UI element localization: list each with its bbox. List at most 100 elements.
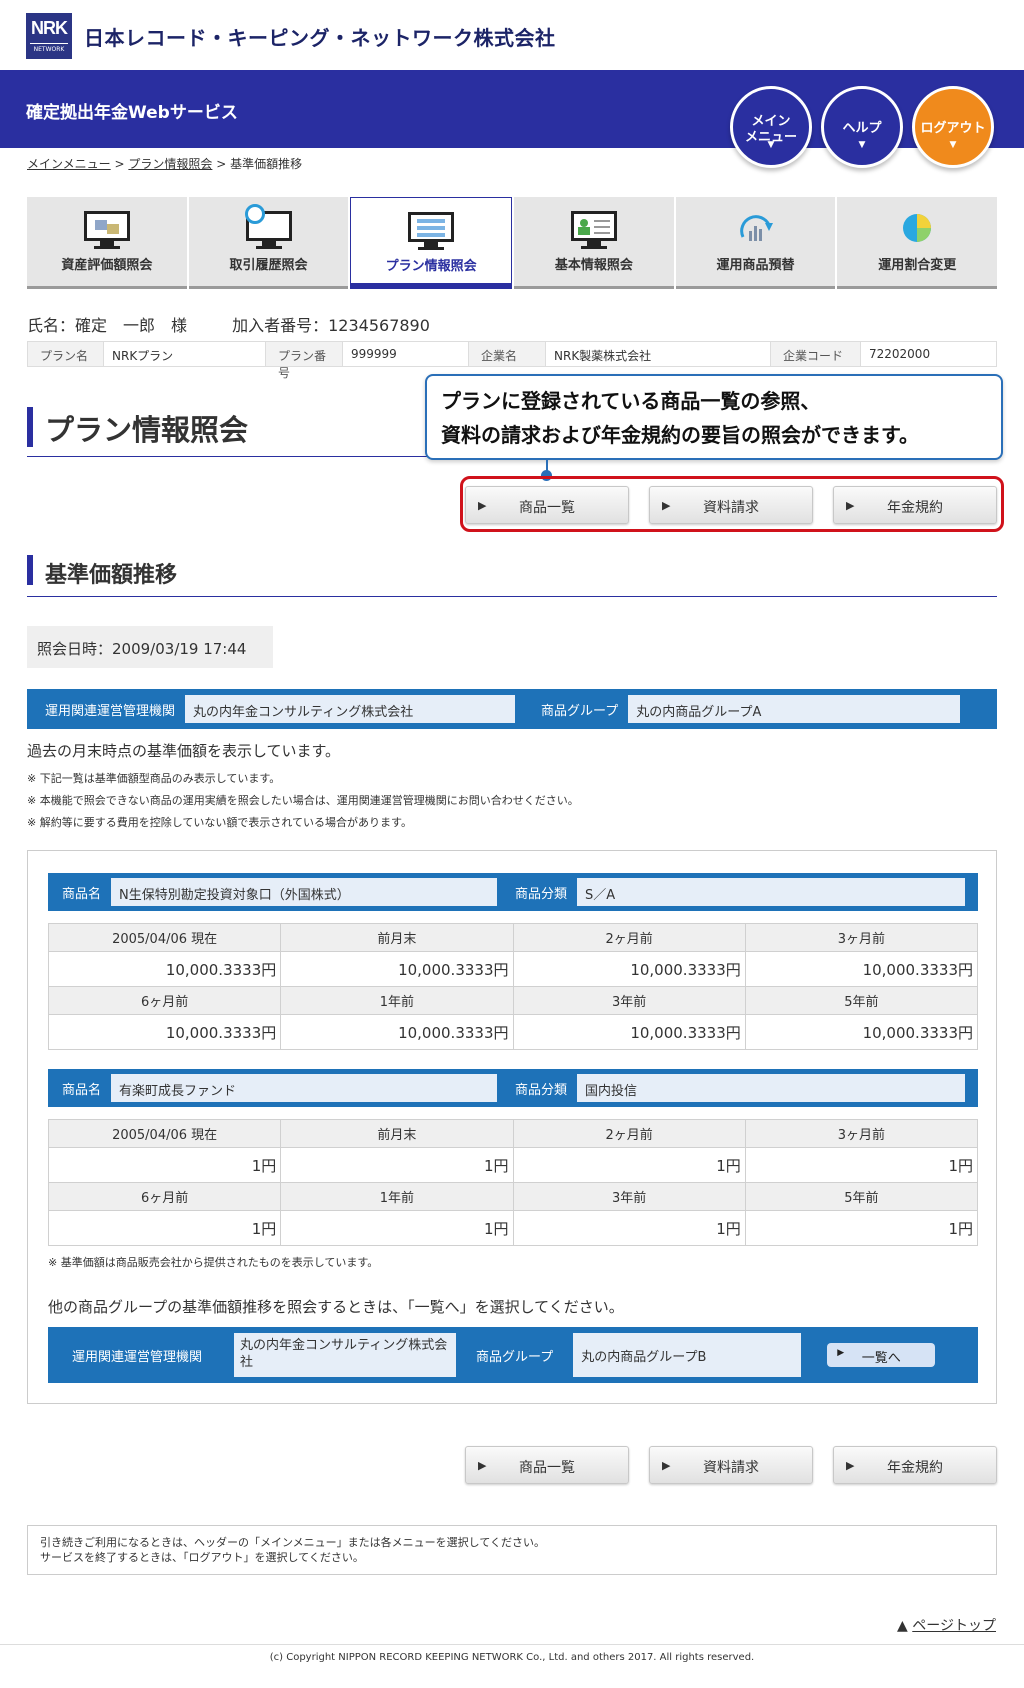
breadcrumb-current: 基準価額推移 — [230, 157, 303, 171]
price-period: 1年前 — [280, 986, 514, 1015]
product-name-label: 商品名 — [62, 1082, 102, 1098]
product-list-button[interactable]: ▶ 商品一覧 — [465, 1446, 629, 1484]
footnote-line: 引き続きご利用になるときは、ヘッダーの「メインメニュー」または各メニューを選択し… — [40, 1536, 546, 1549]
price-value: 1円 — [47, 1210, 282, 1246]
other-group-note: 他の商品グループの基準価額推移を照会するときは、「一覧へ」を選択してください。 — [48, 1298, 624, 1316]
product-name-label: 商品名 — [62, 886, 102, 902]
price-period: 2005/04/06 現在 — [47, 923, 282, 952]
button-label: 資料請求 — [703, 500, 759, 516]
other-group-bar: 運用関連運営管理機関 丸の内年金コンサルティング株式会社 商品グループ 丸の内商… — [48, 1327, 978, 1383]
logo-subtext: NETWORK — [33, 46, 65, 53]
price-period: 前月末 — [280, 1119, 514, 1148]
price-period: 6ヶ月前 — [47, 986, 282, 1015]
monitor-list-icon — [406, 212, 456, 250]
callout-line1: プランに登録されている商品一覧の参照、 — [441, 389, 821, 413]
pension-rules-button[interactable]: ▶ 年金規約 — [833, 1446, 997, 1484]
price-value: 10,000.3333円 — [280, 951, 514, 987]
button-label: 商品一覧 — [519, 1460, 575, 1476]
logout-button[interactable]: ログアウト ▼ — [912, 86, 994, 168]
help-label: ヘルプ — [842, 121, 882, 136]
plan-summary-table: プラン名 NRKプラン プラン番号 999999 企業名 NRK製薬株式会社 企… — [27, 341, 997, 380]
product-header: 商品名 有楽町成長ファンド 商品分類 国内投信 — [48, 1069, 978, 1107]
tab-product-switch[interactable]: 運用商品預替 — [675, 197, 836, 289]
description: 過去の月末時点の基準価額を表示しています。 — [27, 742, 341, 760]
price-table: 2005/04/06 現在 前月末 2ヶ月前 3ヶ月前 1円 1円 1円 1円 … — [47, 1119, 979, 1246]
price-value: 1円 — [47, 1147, 282, 1183]
logout-label: ログアウト — [920, 121, 986, 136]
tab-label: 基本情報照会 — [554, 258, 633, 273]
tab-asset-valuation[interactable]: 資産評価額照会 — [27, 197, 187, 289]
footer-divider — [0, 1644, 1024, 1645]
company-name: 日本レコード・キーピング・ネットワーク株式会社 — [84, 26, 556, 50]
page-title-text: プラン情報照会 — [45, 413, 249, 447]
go-to-list-button[interactable]: ▶ 一覧へ — [827, 1343, 936, 1367]
price-value: 10,000.3333円 — [512, 951, 746, 987]
main-menu-button[interactable]: メイン メニュー ▼ — [730, 86, 812, 168]
help-button[interactable]: ヘルプ ▼ — [821, 86, 903, 168]
annotation-callout: プランに登録されている商品一覧の参照、 資料の請求および年金規約の要旨の照会がで… — [425, 374, 1003, 460]
price-period: 5年前 — [744, 986, 979, 1015]
button-label: 年金規約 — [887, 1460, 943, 1476]
tab-basic-info[interactable]: 基本情報照会 — [514, 197, 674, 289]
logo-text: NRK — [30, 13, 68, 44]
bottom-action-buttons: ▶ 商品一覧 ▶ 資料請求 ▶ 年金規約 — [465, 1446, 997, 1484]
refresh-chart-icon — [731, 211, 781, 249]
breadcrumb: メインメニュー > プラン情報照会 > 基準価額推移 — [27, 155, 302, 172]
tab-transaction-history[interactable]: 取引履歴照会 — [188, 197, 349, 289]
button-label: 商品一覧 — [519, 500, 575, 516]
tab-plan-info[interactable]: プラン情報照会 — [350, 197, 513, 289]
tab-allocation-change[interactable]: 運用割合変更 — [837, 197, 998, 289]
price-period: 3年前 — [512, 986, 746, 1015]
service-title: 確定拠出年金Webサービス — [26, 103, 238, 123]
tab-label: 取引履歴照会 — [229, 258, 308, 273]
page-title: プラン情報照会 — [27, 405, 487, 457]
price-table: 2005/04/06 現在 前月末 2ヶ月前 3ヶ月前 10,000.3333円… — [47, 923, 979, 1050]
nrk-logo[interactable]: NRK NETWORK — [26, 13, 72, 59]
price-value: 1円 — [280, 1147, 514, 1183]
triangle-up-icon: ▲ — [897, 1618, 908, 1634]
price-value: 10,000.3333円 — [744, 1014, 979, 1050]
document-request-button[interactable]: ▶ 資料請求 — [649, 1446, 813, 1484]
page-top-label[interactable]: ページトップ — [912, 1618, 996, 1634]
price-value: 10,000.3333円 — [47, 1014, 282, 1050]
note-line: ※ 解約等に要する費用を控除していない額で表示されている場合があります。 — [27, 816, 412, 829]
tab-label: 運用割合変更 — [878, 258, 957, 273]
plan-no-value: 999999 — [343, 342, 469, 366]
company-label: 企業名 — [469, 342, 546, 366]
product-list-button[interactable]: ▶ 商品一覧 — [465, 486, 629, 524]
footnote-line: サービスを終了するときは、「ログアウト」を選択してください。 — [40, 1551, 364, 1564]
product-header: 商品名 N生保特別勘定投資対象口（外国株式） 商品分類 S／A — [48, 873, 978, 911]
plan-name-value: NRKプラン — [104, 342, 266, 366]
product-category-label: 商品分類 — [515, 886, 568, 902]
price-period: 3ヶ月前 — [744, 1119, 979, 1148]
price-value: 1円 — [512, 1210, 746, 1246]
top-action-buttons: ▶ 商品一覧 ▶ 資料請求 ▶ 年金規約 — [465, 486, 997, 524]
price-value: 1円 — [744, 1210, 979, 1246]
note-line: ※ 下記一覧は基準価額型商品のみ表示しています。 — [27, 772, 281, 785]
price-value: 1円 — [744, 1147, 979, 1183]
company-code-value: 72202000 — [861, 342, 996, 366]
price-period: 2005/04/06 現在 — [47, 1119, 282, 1148]
page-top-link[interactable]: ▲ ページトップ — [897, 1615, 996, 1635]
org-value: 丸の内年金コンサルティング株式会社 — [185, 695, 516, 723]
callout-line2: 資料の請求および年金規約の要旨の照会ができます。 — [441, 423, 919, 447]
group-value: 丸の内商品グループB — [573, 1333, 802, 1377]
price-period: 1年前 — [280, 1182, 514, 1211]
breadcrumb-plan-info[interactable]: プラン情報照会 — [128, 157, 212, 171]
product-category-value: 国内投信 — [577, 1074, 966, 1102]
price-value: 1円 — [280, 1210, 514, 1246]
price-period: 前月末 — [280, 923, 514, 952]
plan-name-label: プラン名 — [28, 342, 104, 366]
breadcrumb-main-menu[interactable]: メインメニュー — [27, 157, 111, 171]
tab-label: 資産評価額照会 — [61, 258, 153, 273]
org-value: 丸の内年金コンサルティング株式会社 — [234, 1333, 457, 1377]
button-label: 年金規約 — [887, 500, 943, 516]
monitor-money-icon — [82, 211, 132, 249]
chevron-down-icon: ▼ — [858, 140, 866, 150]
plan-no-label: プラン番号 — [266, 342, 343, 380]
chevron-down-icon: ▼ — [767, 140, 775, 150]
document-request-button[interactable]: ▶ 資料請求 — [649, 486, 813, 524]
pension-rules-button[interactable]: ▶ 年金規約 — [833, 486, 997, 524]
price-period: 6ヶ月前 — [47, 1182, 282, 1211]
product-name-value: 有楽町成長ファンド — [111, 1074, 498, 1102]
